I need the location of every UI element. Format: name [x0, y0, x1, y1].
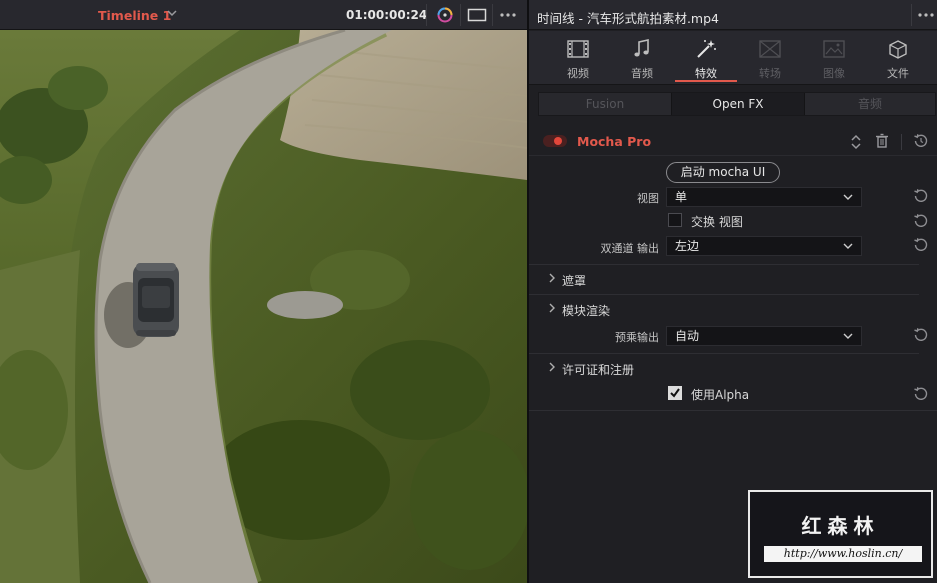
tab-transition: 转场	[738, 31, 802, 85]
effect-enable-toggle[interactable]	[543, 135, 567, 147]
chevron-down-icon[interactable]	[166, 6, 178, 20]
watermark-title: 红森林	[801, 514, 880, 538]
toolbar-divider	[911, 4, 912, 26]
film-icon	[567, 40, 589, 58]
section-label: 遮罩	[562, 274, 587, 288]
tab-label: 特效	[695, 67, 717, 80]
inspector-tabs: 视频 音频 特效 转场 图像 文件	[529, 31, 937, 85]
toolbar-divider	[460, 4, 461, 26]
video-viewer[interactable]	[0, 30, 527, 583]
dual-output-value: 左边	[675, 239, 700, 253]
view-dropdown[interactable]: 单	[666, 187, 862, 207]
watermark-logo: 红森林 http://www.hoslin.cn/	[748, 490, 933, 578]
music-note-icon	[634, 39, 649, 57]
chevron-right-icon	[549, 362, 555, 372]
chevron-down-icon	[843, 333, 853, 339]
view-label: 视图	[637, 192, 659, 205]
watermark-url: http://www.hoslin.cn/	[764, 546, 922, 562]
chevron-right-icon	[549, 273, 555, 283]
tab-audio[interactable]: 音频	[610, 31, 674, 85]
reset-icon[interactable]	[913, 386, 929, 402]
tab-video[interactable]: 视频	[546, 31, 610, 85]
tab-file[interactable]: 文件	[866, 31, 930, 85]
chevron-down-icon	[843, 243, 853, 249]
section-label: 模块渲染	[562, 304, 611, 318]
toggle-knob	[554, 137, 562, 145]
effect-header: Mocha Pro	[529, 128, 937, 156]
dual-output-label: 双通道 输出	[600, 242, 660, 255]
tab-label: 音频	[631, 67, 653, 80]
reset-icon[interactable]	[913, 133, 929, 149]
section-license[interactable]: 许可证和注册	[529, 353, 919, 381]
inspector-titlebar: 时间线 - 汽车形式航拍素材.mp4	[529, 0, 937, 30]
section-mask[interactable]: 遮罩	[529, 264, 919, 292]
tab-label: 视频	[567, 67, 589, 80]
effect-panel-bottom-border	[529, 410, 937, 411]
magic-wand-icon	[697, 40, 716, 58]
header-divider	[901, 134, 902, 150]
effect-name[interactable]: Mocha Pro	[577, 134, 651, 149]
tab-label: 图像	[823, 67, 845, 80]
clip-title: 时间线 - 汽车形式航拍素材.mp4	[537, 11, 719, 26]
reset-icon[interactable]	[913, 237, 929, 253]
chevron-down-icon	[843, 194, 853, 200]
more-options-icon[interactable]	[917, 9, 935, 21]
viewer-toolbar: Timeline 1 01:00:00:24	[0, 0, 527, 30]
active-tab-indicator	[675, 80, 737, 82]
swap-view-label: 交换 视图	[691, 215, 743, 229]
reset-icon[interactable]	[913, 188, 929, 204]
image-icon	[823, 40, 845, 58]
effect-subtabs: Fusion Open FX 音频	[538, 92, 936, 116]
checkmark-icon	[670, 388, 680, 398]
timecode: 01:00:00:24	[346, 8, 428, 22]
video-frame-aerial-road	[0, 30, 527, 583]
trash-icon[interactable]	[875, 133, 889, 149]
tab-image: 图像	[802, 31, 866, 85]
toolbar-divider	[426, 4, 427, 26]
launch-mocha-ui-button[interactable]: 启动 mocha UI	[666, 162, 780, 183]
swap-view-checkbox[interactable]	[668, 213, 682, 227]
section-label: 许可证和注册	[562, 363, 635, 377]
use-alpha-checkbox[interactable]	[668, 386, 682, 400]
chevron-right-icon	[549, 303, 555, 313]
section-module-render[interactable]: 模块渲染	[529, 294, 919, 322]
subtab-openfx[interactable]: Open FX	[671, 93, 805, 115]
tab-label: 转场	[759, 67, 781, 80]
reset-icon[interactable]	[913, 213, 929, 229]
dual-output-dropdown[interactable]: 左边	[666, 236, 862, 256]
reset-icon[interactable]	[913, 327, 929, 343]
tab-label: 文件	[887, 67, 909, 80]
toolbar-divider	[492, 4, 493, 26]
render-prefix-label: 预乘输出	[615, 331, 659, 344]
use-alpha-label: 使用Alpha	[691, 388, 750, 402]
color-wheel-icon[interactable]	[434, 5, 456, 25]
tab-effects[interactable]: 特效	[674, 31, 738, 85]
transition-icon	[759, 40, 781, 58]
car	[133, 263, 179, 337]
view-dropdown-value: 单	[675, 190, 688, 204]
file-cube-icon	[889, 40, 907, 59]
subtab-audio: 音频	[857, 97, 882, 111]
subtab-fusion: Fusion	[585, 97, 625, 111]
more-options-icon[interactable]	[498, 9, 518, 21]
render-prefix-value: 自动	[675, 329, 700, 343]
timeline-name[interactable]: Timeline 1	[98, 8, 171, 23]
render-prefix-dropdown[interactable]: 自动	[666, 326, 862, 346]
reorder-updown-icon[interactable]	[849, 133, 863, 151]
viewer-size-icon[interactable]	[466, 7, 488, 23]
